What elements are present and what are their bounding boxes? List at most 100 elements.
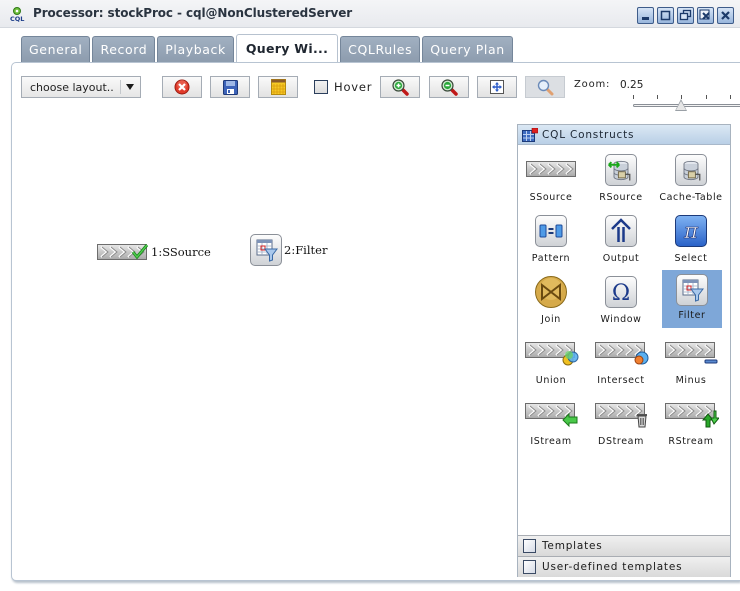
tab-playback[interactable]: Playback bbox=[157, 36, 234, 63]
intersect-icon bbox=[594, 341, 649, 365]
palette-item-istream[interactable]: IStream bbox=[521, 394, 581, 452]
palette-item-union[interactable]: Union bbox=[521, 333, 581, 391]
select-divider bbox=[120, 80, 121, 94]
palette-title: CQL Constructs bbox=[542, 129, 635, 141]
fit-to-screen-button[interactable] bbox=[477, 76, 517, 98]
svg-text:Ω: Ω bbox=[612, 281, 630, 305]
canvas-node-ssource[interactable]: 1:SSource bbox=[97, 242, 211, 262]
grid-button[interactable] bbox=[258, 76, 298, 98]
templates-label: Templates bbox=[542, 540, 603, 552]
user-templates-icon bbox=[523, 560, 536, 574]
palette-item-output[interactable]: Output bbox=[591, 211, 651, 269]
svg-text:π: π bbox=[683, 219, 699, 243]
tab-query-plan[interactable]: Query Plan bbox=[422, 36, 513, 63]
palette-item-label: Cache-Table bbox=[659, 192, 723, 203]
tab-general[interactable]: General bbox=[21, 36, 91, 63]
palette-item-label: RSource bbox=[599, 192, 643, 203]
zoom-actual-button[interactable] bbox=[525, 76, 565, 98]
close-panel-icon bbox=[699, 9, 710, 20]
palette-item-minus[interactable]: Minus bbox=[661, 333, 721, 391]
filter-funnel-icon bbox=[256, 239, 278, 262]
maximize-button[interactable] bbox=[657, 7, 674, 24]
palette-item-label: IStream bbox=[530, 436, 572, 447]
window-omega-icon: Ω bbox=[612, 281, 630, 305]
select-pi-icon: π bbox=[683, 219, 700, 244]
cql-gear-icon: CQL bbox=[10, 7, 24, 22]
pattern-icon bbox=[539, 224, 563, 238]
palette-item-label: Minus bbox=[675, 375, 707, 386]
svg-text:CQL: CQL bbox=[10, 15, 24, 22]
palette-item-label: Filter bbox=[678, 310, 706, 321]
zoom-label: Zoom: bbox=[574, 79, 611, 90]
fit-to-screen-icon bbox=[490, 80, 504, 94]
layout-select[interactable]: choose layout.. bbox=[21, 76, 141, 98]
floppy-disk-icon bbox=[222, 79, 238, 95]
delete-button[interactable] bbox=[162, 76, 202, 98]
maximize-icon bbox=[660, 10, 671, 21]
node-label: 1:SSource bbox=[151, 245, 211, 259]
hover-label: Hover bbox=[334, 80, 373, 94]
tab-record[interactable]: Record bbox=[92, 36, 156, 63]
istream-icon bbox=[524, 402, 578, 428]
palette-item-intersect[interactable]: Intersect bbox=[591, 333, 651, 391]
palette-grid-icon bbox=[522, 128, 538, 142]
palette-item-label: SSource bbox=[529, 192, 573, 203]
palette-item-rstream[interactable]: RStream bbox=[661, 394, 721, 452]
palette-item-label: Window bbox=[600, 314, 642, 325]
save-button[interactable] bbox=[210, 76, 250, 98]
hover-checkbox[interactable] bbox=[314, 80, 328, 94]
palette-item-rsource[interactable]: RSource bbox=[591, 150, 651, 208]
slider-tick bbox=[633, 95, 634, 99]
magnifier-icon bbox=[537, 79, 553, 95]
templates-icon bbox=[523, 539, 536, 553]
tab-cqlrules[interactable]: CQLRules bbox=[340, 36, 421, 63]
rstream-icon bbox=[664, 402, 719, 428]
palette-item-pattern[interactable]: Pattern bbox=[521, 211, 581, 269]
palette-item-label: Union bbox=[535, 375, 567, 386]
zoom-in-button[interactable] bbox=[380, 76, 420, 98]
union-icon bbox=[524, 341, 579, 366]
close-panel-button[interactable] bbox=[697, 7, 714, 24]
relation-source-icon bbox=[608, 160, 631, 182]
palette-header[interactable]: CQL Constructs bbox=[518, 125, 730, 145]
palette-item-filter[interactable]: Filter bbox=[662, 270, 722, 328]
zoom-in-icon bbox=[391, 78, 409, 96]
restore-icon bbox=[679, 9, 692, 21]
canvas-node-filter[interactable]: 2:Filter bbox=[250, 234, 327, 266]
palette-item-label: Select bbox=[674, 253, 708, 264]
title-bar: CQL Processor: stockProc - cql@NonCluste… bbox=[0, 0, 740, 28]
close-button[interactable] bbox=[717, 7, 734, 24]
slider-tick bbox=[706, 95, 707, 99]
palette-item-dstream[interactable]: DStream bbox=[591, 394, 651, 452]
restore-button[interactable] bbox=[677, 7, 694, 24]
node-label: 2:Filter bbox=[284, 243, 328, 257]
zoom-out-button[interactable] bbox=[429, 76, 469, 98]
palette-item-window[interactable]: Ω Window bbox=[591, 272, 651, 330]
output-icon bbox=[611, 218, 631, 242]
user-templates-label: User-defined templates bbox=[542, 561, 683, 573]
palette-item-select[interactable]: π Select bbox=[661, 211, 721, 269]
filter-funnel-icon bbox=[682, 279, 704, 302]
slider-tick bbox=[730, 95, 731, 99]
palette-item-label: Pattern bbox=[531, 253, 571, 264]
palette-item-label: RStream bbox=[668, 436, 714, 447]
cache-table-icon bbox=[683, 160, 701, 182]
zoom-slider-thumb[interactable] bbox=[675, 99, 687, 111]
minimize-icon bbox=[642, 17, 649, 20]
palette-item-cache-table[interactable]: Cache-Table bbox=[659, 150, 723, 208]
toolbar-divider bbox=[147, 124, 517, 125]
window-title: Processor: stockProc - cql@NonClusteredS… bbox=[33, 6, 353, 20]
palette-item-ssource[interactable]: SSource bbox=[521, 150, 581, 208]
minimize-button[interactable] bbox=[637, 7, 654, 24]
layout-select-value: choose layout.. bbox=[30, 81, 114, 94]
close-icon bbox=[721, 11, 730, 20]
red-x-circle-icon bbox=[174, 79, 190, 95]
stream-source-icon bbox=[526, 161, 576, 178]
palette-item-join[interactable]: Join bbox=[521, 272, 581, 330]
grid-calendar-icon bbox=[270, 79, 286, 95]
tab-query-wizard[interactable]: Query Wi... bbox=[235, 34, 339, 63]
chevron-down-icon bbox=[126, 84, 134, 90]
join-bowtie-icon bbox=[535, 276, 567, 308]
templates-section[interactable]: Templates bbox=[518, 535, 730, 556]
user-defined-templates-section[interactable]: User-defined templates bbox=[518, 556, 730, 577]
